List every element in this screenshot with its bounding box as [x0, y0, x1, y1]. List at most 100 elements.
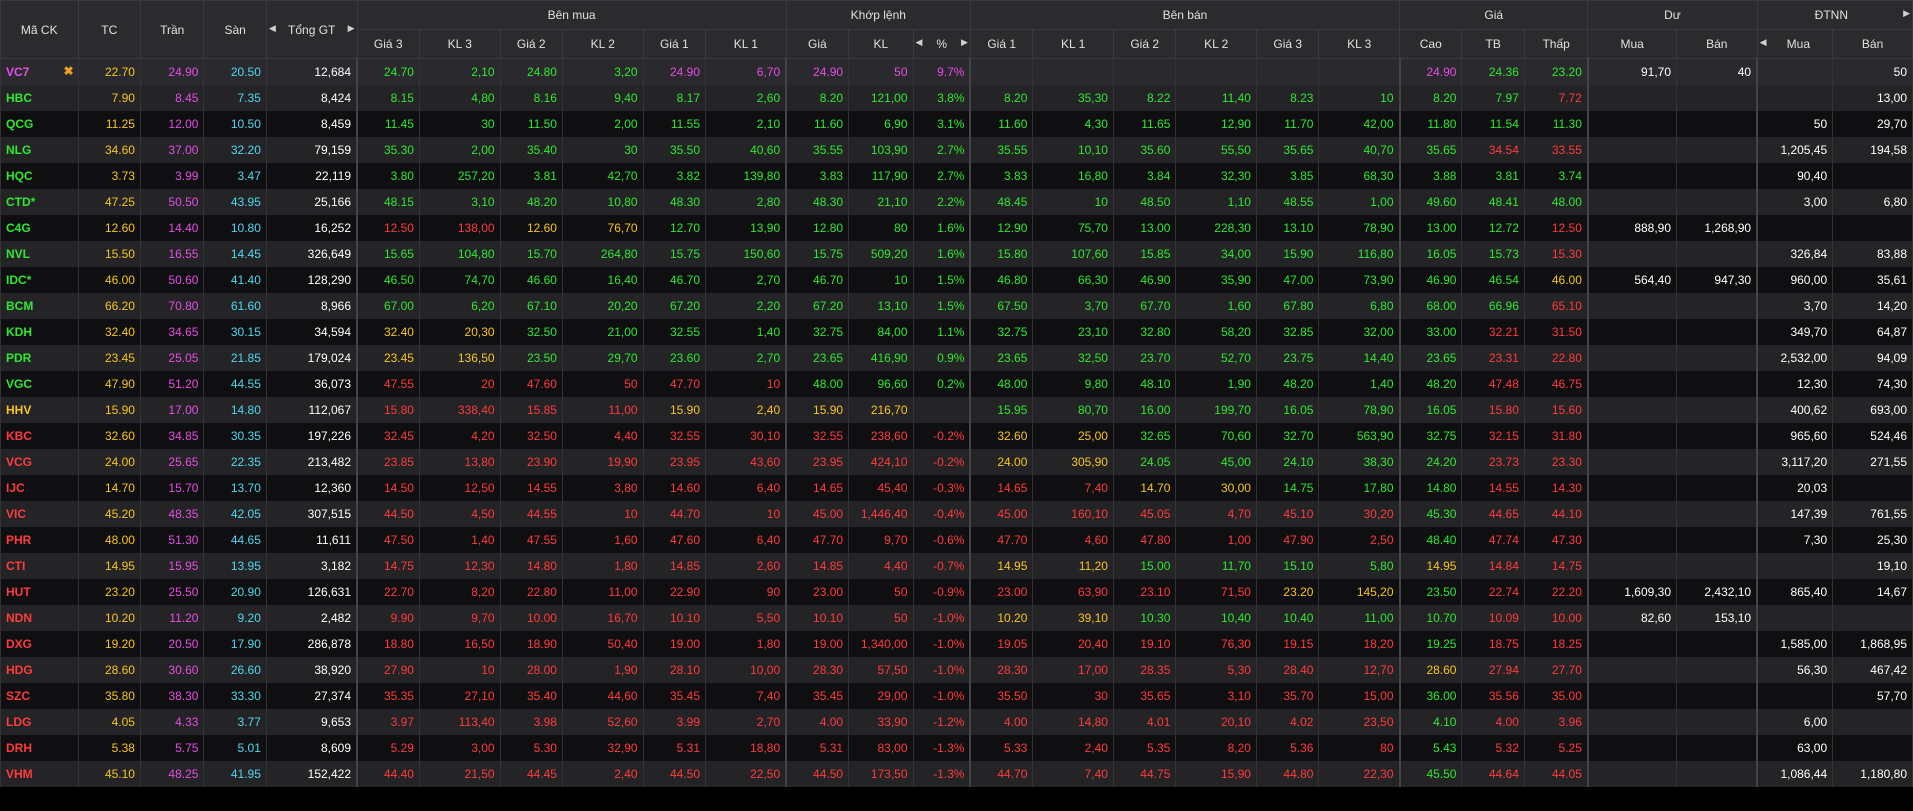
table-row[interactable]: LDG 4.05 4.33 3.77 9,653 3.97 113,40 3.98 52,60 3… [0, 709, 1913, 735]
bid-price-2: 32.50 [499, 319, 563, 345]
table-row[interactable]: CTD* 47.25 50.50 43.95 25,166 48.15 3,10 48.20 1… [0, 189, 1913, 215]
col-header-surplus-sell[interactable]: Bán [1676, 29, 1758, 59]
arrow-right-icon[interactable]: ▶ [961, 37, 968, 48]
col-header-ask-price1[interactable]: Giá 1 [969, 29, 1034, 59]
symbol[interactable]: CTD* [0, 189, 79, 215]
table-row[interactable]: NDN 10.20 11.20 9.20 2,482 9.90 9,70 10.00 16,70… [0, 605, 1913, 631]
symbol[interactable]: HDG [0, 657, 79, 683]
col-header-high[interactable]: Cao [1399, 29, 1463, 59]
table-row[interactable]: HBC 7.90 8.45 7.35 8,424 8.15 4,80 8.16 9,40 8.17… [0, 85, 1913, 111]
table-row[interactable]: BCM 66.20 70.80 61.60 8,966 67.00 6,20 67.10 20,… [0, 293, 1913, 319]
ask-volume-1 [1032, 58, 1114, 85]
ask-price-2: 8.22 [1112, 85, 1177, 111]
col-header-total-value[interactable]: ◀ Tổng GT ▶ [265, 0, 358, 59]
table-row[interactable]: VC7 ✖ 22.70 24.90 20.50 12,684 24.70 2,10 24.80 3… [0, 58, 1913, 85]
symbol[interactable]: HQC [0, 163, 79, 189]
col-header-symbol[interactable]: Mã CK [0, 0, 79, 59]
foreign-sell: 467,42 [1832, 657, 1913, 683]
reference-price: 47.90 [77, 371, 141, 397]
symbol[interactable]: DRH [0, 735, 79, 761]
col-header-bid-vol2[interactable]: KL 2 [561, 29, 644, 59]
symbol[interactable]: CTI [0, 553, 79, 579]
col-header-bid-price2[interactable]: Giá 2 [499, 29, 563, 59]
symbol[interactable]: HUT [0, 579, 79, 605]
table-row[interactable]: IJC 14.70 15.70 13.70 12,360 14.50 12,50 14.55 3… [0, 475, 1913, 501]
low-price: 11.30 [1523, 111, 1589, 137]
col-header-ask-vol3[interactable]: KL 3 [1318, 29, 1401, 59]
symbol[interactable]: VC7 ✖ [0, 58, 79, 85]
col-header-low[interactable]: Thấp [1523, 29, 1589, 59]
table-row[interactable]: SZC 35.80 38.30 33.30 27,374 35.35 27,10 35.40 4… [0, 683, 1913, 709]
table-row[interactable]: PHR 48.00 51.30 44.65 11,611 47.50 1,40 47.55 1,… [0, 527, 1913, 553]
symbol[interactable]: VIC [0, 501, 79, 527]
table-row[interactable]: NLG 34.60 37.00 32.20 79,159 35.30 2,00 35.40 30… [0, 137, 1913, 163]
col-header-match-vol[interactable]: KL [848, 29, 914, 59]
col-header-bid-price1[interactable]: Giá 1 [642, 29, 707, 59]
symbol[interactable]: KDH [0, 319, 79, 345]
symbol[interactable]: KBC [0, 423, 79, 449]
table-row[interactable]: VGC 47.90 51.20 44.55 36,073 47.55 20 47.60 50 47… [0, 371, 1913, 397]
bid-price-1: 24.90 [642, 58, 707, 85]
table-row[interactable]: KDH 32.40 34.65 30.15 34,594 32.40 20,30 32.50 2… [0, 319, 1913, 345]
table-row[interactable]: HQC 3.73 3.99 3.47 22,119 3.80 257,20 3.81 42,70… [0, 163, 1913, 189]
symbol[interactable]: IDC* [0, 267, 79, 293]
ask-volume-3: 78,90 [1318, 397, 1401, 423]
table-row[interactable]: HUT 23.20 25.50 20.90 126,631 22.70 8,20 22.80 1… [0, 579, 1913, 605]
col-header-foreign-buy[interactable]: ◀ Mua [1756, 29, 1834, 59]
table-row[interactable]: VHM 45.10 48.25 41.95 152,422 44.40 21,50 44.45… [0, 761, 1913, 787]
col-header-bid-vol3[interactable]: KL 3 [418, 29, 501, 59]
col-header-average[interactable]: TB [1461, 29, 1525, 59]
symbol[interactable]: IJC [0, 475, 79, 501]
col-header-floor[interactable]: Sàn [203, 0, 267, 59]
arrow-left-icon[interactable]: ◀ [269, 23, 276, 34]
symbol[interactable]: NVL [0, 241, 79, 267]
col-header-ceiling[interactable]: Trần [139, 0, 205, 59]
symbol[interactable]: PHR [0, 527, 79, 553]
col-header-ask-vol1[interactable]: KL 1 [1032, 29, 1114, 59]
unpin-icon[interactable]: ✖ [63, 64, 73, 78]
col-header-match-pct[interactable]: ◀ % ▶ [912, 29, 971, 59]
symbol[interactable]: SZC [0, 683, 79, 709]
arrow-right-icon[interactable]: ▶ [348, 23, 355, 34]
table-row[interactable]: KBC 32.60 34.85 30.35 197,226 32.45 4,20 32.50 4… [0, 423, 1913, 449]
col-header-ask-price2[interactable]: Giá 2 [1112, 29, 1177, 59]
table-row[interactable]: DXG 19.20 20.50 17.90 286,878 18.80 16,50 18.90… [0, 631, 1913, 657]
col-header-ask-vol2[interactable]: KL 2 [1175, 29, 1257, 59]
col-header-surplus-buy[interactable]: Mua [1587, 29, 1678, 59]
table-row[interactable]: HDG 28.60 30.60 26.60 38,920 27.90 10 28.00 1,90… [0, 657, 1913, 683]
table-row[interactable]: HHV 15.90 17.00 14.80 112,067 15.80 338,40 15.8… [0, 397, 1913, 423]
symbol[interactable]: QCG [0, 111, 79, 137]
table-row[interactable]: C4G 12.60 14.40 10.80 16,252 12.50 138,00 12.60… [0, 215, 1913, 241]
table-row[interactable]: VCG 24.00 25.65 22.35 213,482 23.85 13,80 23.90… [0, 449, 1913, 475]
symbol[interactable]: LDG [0, 709, 79, 735]
col-header-bid-price3[interactable]: Giá 3 [356, 29, 420, 59]
table-row[interactable]: DRH 5.38 5.75 5.01 8,609 5.29 3,00 5.30 32,90 5.3… [0, 735, 1913, 761]
arrow-left-icon[interactable]: ◀ [1760, 37, 1767, 48]
table-row[interactable]: NVL 15.50 16.55 14.45 326,649 15.65 104,80 15.7… [0, 241, 1913, 267]
symbol[interactable]: VCG [0, 449, 79, 475]
symbol[interactable]: PDR [0, 345, 79, 371]
col-header-match-price[interactable]: Giá [785, 29, 850, 59]
table-row[interactable]: QCG 11.25 12.00 10.50 8,459 11.45 30 11.50 2,00 1… [0, 111, 1913, 137]
symbol[interactable]: NDN [0, 605, 79, 631]
symbol[interactable]: BCM [0, 293, 79, 319]
table-row[interactable]: PDR 23.45 25.05 21.85 179,024 23.45 136,50 23.5… [0, 345, 1913, 371]
table-row[interactable]: VIC 45.20 48.35 42.05 307,515 44.50 4,50 44.55 1… [0, 501, 1913, 527]
col-header-foreign-sell[interactable]: Bán [1832, 29, 1913, 59]
table-row[interactable]: CTI 14.95 15.95 13.95 3,182 14.75 12,30 14.80 1,… [0, 553, 1913, 579]
symbol[interactable]: VGC [0, 371, 79, 397]
table-row[interactable]: IDC* 46.00 50.60 41.40 128,290 46.50 74,70 46.6… [0, 267, 1913, 293]
symbol[interactable]: C4G [0, 215, 79, 241]
col-header-ask-price3[interactable]: Giá 3 [1255, 29, 1320, 59]
pct-label: % [936, 37, 948, 51]
col-header-bid-vol1[interactable]: KL 1 [705, 29, 787, 59]
col-header-reference[interactable]: TC [77, 0, 141, 59]
arrow-left-icon[interactable]: ◀ [916, 37, 923, 48]
symbol[interactable]: HHV [0, 397, 79, 423]
symbol[interactable]: HBC [0, 85, 79, 111]
symbol[interactable]: NLG [0, 137, 79, 163]
arrow-right-icon[interactable]: ▶ [1903, 8, 1910, 19]
symbol[interactable]: VHM [0, 761, 79, 787]
symbol[interactable]: DXG [0, 631, 79, 657]
foreign-buy: 63,00 [1756, 735, 1834, 761]
